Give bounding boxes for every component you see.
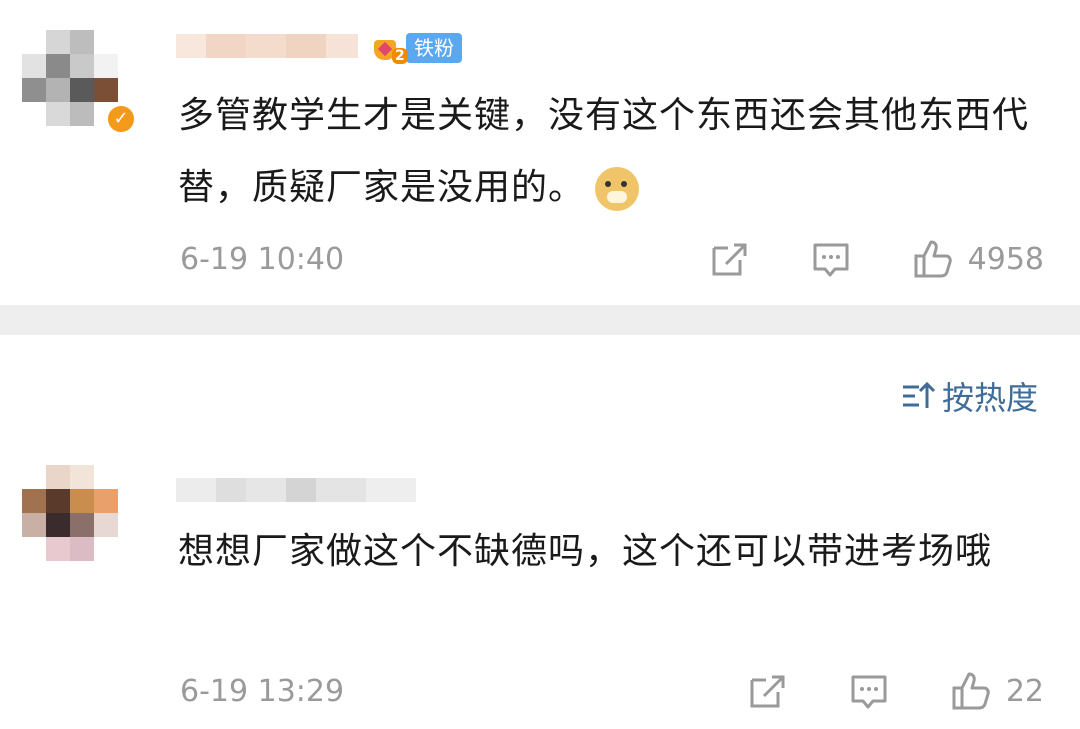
like-button[interactable]: 22 — [950, 670, 1044, 712]
comment-card: 想想厂家做这个不缺德吗，这个还可以带进考场哦 6-19 13:29 22 — [0, 440, 1080, 729]
timestamp: 6-19 10:40 — [180, 242, 345, 277]
fan-badge-label: 铁粉 — [406, 33, 462, 63]
crown-icon: 2 — [366, 30, 408, 66]
action-bar: 22 — [746, 666, 1044, 716]
section-divider — [0, 305, 1080, 335]
like-button[interactable]: 4958 — [912, 238, 1044, 280]
comment-meta: 6-19 10:40 4958 — [0, 234, 1080, 284]
share-icon — [750, 675, 785, 708]
fan-level: 2 — [392, 48, 408, 64]
comment-text: 想想厂家做这个不缺德吗，这个还可以带进考场哦 — [178, 531, 993, 572]
username-blurred[interactable] — [176, 34, 358, 58]
fan-badge[interactable]: 2 铁粉 — [366, 30, 462, 66]
sort-bar: 按热度 — [0, 335, 1080, 440]
timestamp: 6-19 13:29 — [180, 674, 345, 709]
thumbs-up-icon — [914, 240, 952, 278]
share-button[interactable] — [746, 670, 788, 712]
comment-button[interactable] — [848, 670, 890, 712]
username-blurred[interactable] — [176, 478, 416, 502]
avatar[interactable] — [22, 465, 118, 561]
verified-badge-icon: ✓ — [106, 104, 136, 134]
share-button[interactable] — [708, 238, 750, 280]
like-count: 4958 — [967, 241, 1044, 277]
sort-label: 按热度 — [941, 379, 1038, 417]
comment-button[interactable] — [810, 238, 852, 280]
comment-icon — [851, 675, 887, 709]
comment-icon — [813, 243, 849, 277]
comment-card: ✓ 2 铁粉 多管教学生才是关键，没有这个东西还会其他东西代替，质疑厂家是没用的… — [0, 0, 1080, 305]
avatar[interactable] — [22, 30, 118, 126]
thumbs-up-icon — [952, 672, 990, 710]
doge-emoji-icon — [595, 167, 640, 211]
sort-by-hot-button[interactable]: 按热度 — [900, 373, 1038, 419]
sort-icon — [902, 381, 936, 408]
comment-text: 多管教学生才是关键，没有这个东西还会其他东西代替，质疑厂家是没用的。 — [178, 80, 1038, 224]
action-bar: 4958 — [708, 234, 1044, 284]
share-icon — [712, 243, 747, 276]
like-count: 22 — [1005, 673, 1044, 709]
comment-meta: 6-19 13:29 22 — [0, 666, 1080, 716]
